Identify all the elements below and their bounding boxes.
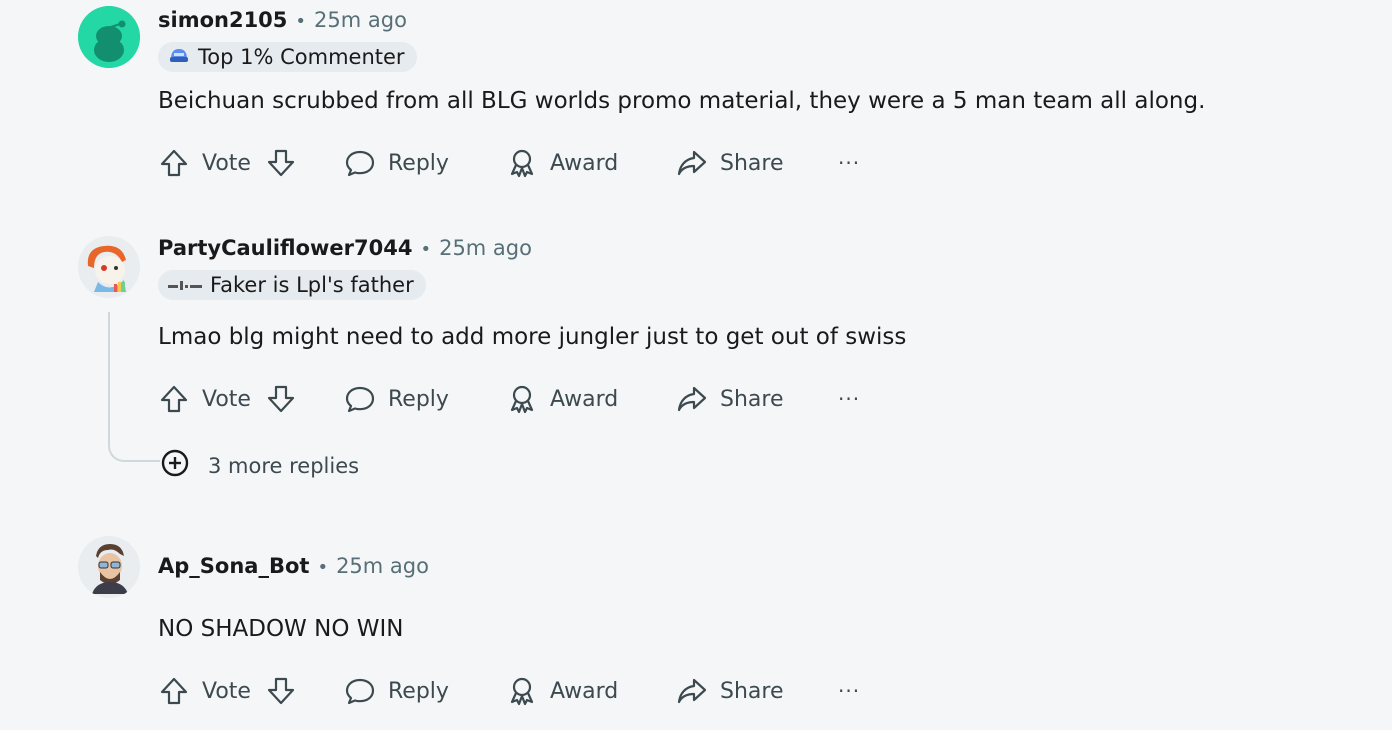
top-commenter-icon: [168, 45, 190, 70]
share-label: Share: [720, 150, 784, 176]
share-button[interactable]: Share: [676, 143, 784, 183]
vote-group: Vote: [158, 379, 297, 419]
share-icon: [676, 147, 708, 179]
reply-label: Reply: [388, 150, 449, 176]
separator: •: [317, 557, 329, 578]
username[interactable]: simon2105: [158, 8, 287, 32]
more-replies-button[interactable]: 3 more replies: [160, 448, 359, 483]
add-circle-icon: [160, 448, 190, 483]
flair-emoji-icon: [168, 273, 202, 297]
vote-label: Vote: [202, 678, 251, 704]
reply-icon: [344, 147, 376, 179]
award-button[interactable]: Award: [506, 671, 618, 711]
reply-button[interactable]: Reply: [344, 379, 449, 419]
vote-label: Vote: [202, 386, 251, 412]
more-replies-label: 3 more replies: [208, 453, 360, 478]
reply-icon: [344, 675, 376, 707]
more-icon: ···: [838, 679, 861, 703]
share-label: Share: [720, 386, 784, 412]
downvote-icon[interactable]: [265, 383, 297, 415]
upvote-icon[interactable]: [158, 147, 190, 179]
flair-label: Faker is Lpl's father: [210, 273, 414, 297]
more-icon: ···: [838, 151, 861, 175]
share-icon: [676, 383, 708, 415]
reply-label: Reply: [388, 386, 449, 412]
comment-body: Lmao blg might need to add more jungler …: [158, 324, 907, 350]
avatar[interactable]: [78, 536, 140, 598]
reply-button[interactable]: Reply: [344, 671, 449, 711]
reply-label: Reply: [388, 678, 449, 704]
award-label: Award: [550, 150, 619, 176]
more-options-button[interactable]: ···: [838, 143, 860, 183]
thread-line[interactable]: [108, 312, 160, 462]
vote-group: Vote: [158, 671, 297, 711]
more-options-button[interactable]: ···: [838, 379, 860, 419]
comment-actions: Vote Reply Award Share ···: [158, 379, 918, 419]
award-button[interactable]: Award: [506, 379, 618, 419]
award-icon: [506, 675, 538, 707]
flair-label: Top 1% Commenter: [198, 45, 405, 69]
award-icon: [506, 383, 538, 415]
avatar[interactable]: [78, 6, 140, 68]
award-button[interactable]: Award: [506, 143, 618, 183]
user-flair: Faker is Lpl's father: [158, 270, 426, 300]
separator: •: [420, 239, 432, 260]
upvote-icon[interactable]: [158, 675, 190, 707]
separator: •: [295, 11, 307, 32]
username[interactable]: Ap_Sona_Bot: [158, 554, 309, 578]
share-label: Share: [720, 678, 784, 704]
share-icon: [676, 675, 708, 707]
award-label: Award: [550, 678, 619, 704]
timestamp[interactable]: 25m ago: [439, 236, 532, 260]
comment-actions: Vote Reply Award Share ···: [158, 143, 918, 183]
timestamp[interactable]: 25m ago: [336, 554, 429, 578]
avatar[interactable]: [78, 236, 140, 298]
comment-meta: simon2105 • 25m ago: [158, 8, 407, 32]
username[interactable]: PartyCauliflower7044: [158, 236, 412, 260]
downvote-icon[interactable]: [265, 147, 297, 179]
award-icon: [506, 147, 538, 179]
comment-body: NO SHADOW NO WIN: [158, 616, 404, 642]
more-options-button[interactable]: ···: [838, 671, 860, 711]
vote-group: Vote: [158, 143, 297, 183]
more-icon: ···: [838, 387, 861, 411]
timestamp[interactable]: 25m ago: [314, 8, 407, 32]
comment-body: Beichuan scrubbed from all BLG worlds pr…: [158, 88, 1206, 114]
upvote-icon[interactable]: [158, 383, 190, 415]
user-flair: Top 1% Commenter: [158, 42, 417, 72]
share-button[interactable]: Share: [676, 379, 784, 419]
vote-label: Vote: [202, 150, 251, 176]
share-button[interactable]: Share: [676, 671, 784, 711]
reply-icon: [344, 383, 376, 415]
comment-meta: Ap_Sona_Bot • 25m ago: [158, 554, 429, 578]
comment-meta: PartyCauliflower7044 • 25m ago: [158, 236, 532, 260]
comment-actions: Vote Reply Award Share ···: [158, 671, 918, 711]
award-label: Award: [550, 386, 619, 412]
reply-button[interactable]: Reply: [344, 143, 449, 183]
downvote-icon[interactable]: [265, 675, 297, 707]
